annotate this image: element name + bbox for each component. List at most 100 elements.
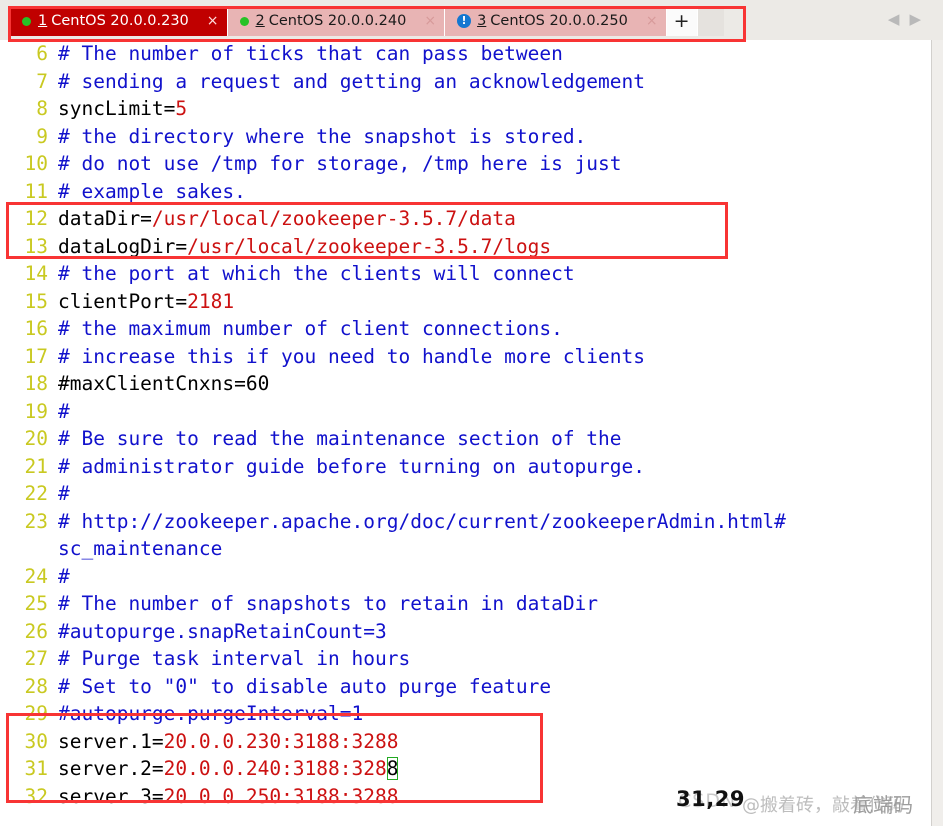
tab-number: 2 [255,13,265,29]
code-text: server.1=20.0.0.230:3188:3288 [58,728,931,756]
code-line[interactable]: 9 # the directory where the snapshot is s… [0,123,931,151]
tab-2[interactable]: 2 CentOS 20.0.0.240 × [227,6,446,36]
code-line[interactable]: 10 # do not use /tmp for storage, /tmp he… [0,150,931,178]
right-scroll-gutter[interactable] [931,40,943,826]
tab-number: 3 [477,13,487,29]
code-line[interactable]: 16 # the maximum number of client connect… [0,315,931,343]
code-text: #autopurge.snapRetainCount=3 [58,618,931,646]
code-text: clientPort=2181 [58,288,931,316]
tab-label: CentOS 20.0.0.240 [268,13,407,29]
code-segment: # the maximum number of client connectio… [58,317,563,340]
tab-number: 1 [38,13,48,29]
code-segment: sc_maintenance [58,537,223,560]
code-line[interactable]: 30 server.1=20.0.0.230:3188:3288 [0,728,931,756]
code-line[interactable]: 24 # [0,563,931,591]
code-line[interactable]: 25 # The number of snapshots to retain in… [0,590,931,618]
code-line[interactable]: 15 clientPort=2181 [0,288,931,316]
tab-1[interactable]: 1 CentOS 20.0.0.230 × [10,6,228,36]
code-line[interactable]: sc_maintenance [0,535,931,563]
tab-nav-next-icon[interactable]: ▶ [909,12,921,27]
code-line[interactable]: 14 # the port at which the clients will c… [0,260,931,288]
new-tab-button[interactable]: + [666,6,698,36]
tab-nav-prev-icon[interactable]: ◀ [888,12,900,27]
tab-3[interactable]: ! 3 CentOS 20.0.0.250 × [445,6,667,36]
code-line[interactable]: 18 #maxClientCnxns=60 [0,370,931,398]
line-number: 26 [24,619,48,643]
line-number: 25 [24,592,48,615]
code-line[interactable]: 31 server.2=20.0.0.240:3188:3288 [0,755,931,783]
watermark-overlay: 底端码 [853,793,913,817]
code-text: # Be sure to read the maintenance sectio… [58,425,931,453]
code-text: # [58,398,931,426]
code-segment: /usr/local/zookeeper-3.5.7/logs [187,234,552,258]
tab-nav-arrows: ◀ ▶ [888,12,921,27]
code-line[interactable]: 8 syncLimit=5 [0,95,931,123]
code-line[interactable]: 13 dataLogDir=/usr/local/zookeeper-3.5.7/… [0,233,931,261]
line-number: 14 [24,262,48,285]
code-text: # example sakes. [58,178,931,206]
code-line[interactable]: 20 # Be sure to read the maintenance sect… [0,425,931,453]
code-line[interactable]: 11 # example sakes. [0,178,931,206]
tab-bar: 1 CentOS 20.0.0.230 × 2 CentOS 20.0.0.240 ×! 3… [0,0,943,40]
code-text: # sending a request and getting an ackno… [58,68,931,96]
code-line[interactable]: 7 # sending a request and getting an ackn… [0,68,931,96]
line-number: 6 [36,42,48,65]
line-number: 19 [24,399,48,423]
code-segment: # administrator guide before turning on … [58,454,645,478]
code-line[interactable]: 27 # Purge task interval in hours [0,645,931,673]
line-number: 21 [24,454,48,478]
line-number: 28 [24,674,48,698]
tab-strip-filler [697,6,724,36]
code-text: # [58,480,931,508]
code-text: # The number of ticks that can pass betw… [58,40,931,68]
code-text: # the directory where the snapshot is st… [58,123,931,151]
code-segment: # The number of snapshots to retain in d… [58,592,599,615]
code-segment: dataDir= [58,207,152,230]
code-line[interactable]: 28 # Set to "0" to disable auto purge fea… [0,673,931,701]
code-line[interactable]: 29 #autopurge.purgeInterval=1 [0,700,931,728]
line-number: 12 [24,207,48,230]
line-number: 24 [24,564,48,588]
line-number: 10 [24,152,48,175]
code-line[interactable]: 23 # http://zookeeper.apache.org/doc/curr… [0,508,931,536]
code-line[interactable]: 17 # increase this if you need to handle … [0,343,931,371]
code-text: dataLogDir=/usr/local/zookeeper-3.5.7/lo… [58,233,931,261]
close-icon[interactable]: × [642,14,658,28]
code-line[interactable]: 22 # [0,480,931,508]
code-segment: # do not use /tmp for storage, /tmp here… [58,152,622,175]
code-text: # the port at which the clients will con… [58,260,931,288]
code-text: server.2=20.0.0.240:3188:3288 [58,755,931,783]
code-segment: # Set to "0" to disable auto purge featu… [58,674,552,698]
code-segment: 20.0.0.240:3188:328 [163,757,387,780]
code-segment: syncLimit= [58,97,176,120]
code-text: sc_maintenance [58,535,931,563]
code-segment: dataLogDir= [58,234,188,258]
code-text: #maxClientCnxns=60 [58,370,931,398]
code-segment: # Purge task interval in hours [58,647,411,670]
line-number: 29 [24,702,48,725]
code-text: dataDir=/usr/local/zookeeper-3.5.7/data [58,205,931,233]
code-text: # increase this if you need to handle mo… [58,343,931,371]
tab-label: CentOS 20.0.0.230 [51,13,189,29]
code-line[interactable]: 26 #autopurge.snapRetainCount=3 [0,618,931,646]
code-line[interactable]: 19 # [0,398,931,426]
cursor-position-status: 31,29 [676,787,745,811]
code-segment: # [58,482,70,505]
code-segment: 20.0.0.250:3188:3288 [163,784,399,808]
code-editor[interactable]: 6 # The number of ticks that can pass bet… [0,40,931,826]
line-number: 15 [24,289,48,313]
code-line[interactable]: 12 dataDir=/usr/local/zookeeper-3.5.7/dat… [0,205,931,233]
line-number: 32 [24,784,48,808]
line-number: 8 [36,97,48,120]
code-line[interactable]: 21 # administrator guide before turning o… [0,453,931,481]
close-icon[interactable]: × [420,14,436,28]
code-line[interactable]: 6 # The number of ticks that can pass bet… [0,40,931,68]
code-segment: # the port at which the clients will con… [58,262,575,285]
close-icon[interactable]: × [203,14,219,28]
line-number: 18 [24,372,48,395]
code-segment: # http://zookeeper.apache.org/doc/curren… [58,509,786,533]
line-number: 27 [24,647,48,670]
line-number: 30 [24,729,48,753]
blue-alert-icon: ! [457,14,472,28]
line-number: 20 [24,427,48,450]
